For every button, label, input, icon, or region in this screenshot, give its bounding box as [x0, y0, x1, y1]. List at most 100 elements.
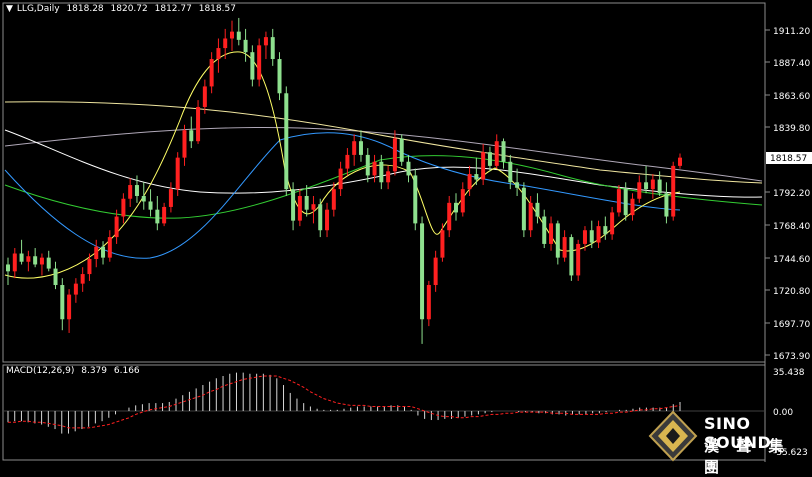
candle-body: [392, 138, 397, 172]
current-price-tag: 1818.57: [766, 152, 812, 164]
candle-body: [134, 185, 139, 196]
candle-body: [610, 212, 615, 235]
candle-body: [508, 161, 513, 183]
candles-group: [6, 17, 682, 344]
candle-body: [494, 141, 499, 166]
price-tick-label: 1768.40: [773, 222, 810, 232]
logo-emblem-icon: [648, 410, 698, 462]
candle-body: [182, 130, 187, 158]
candle-body: [569, 237, 574, 276]
low-value: 1812.77: [154, 4, 192, 14]
candle-body: [297, 195, 302, 221]
candle-body: [555, 223, 560, 258]
candle-body: [250, 52, 255, 80]
chart-header: ▼ LLG,Daily 1818.28 1820.72 1812.77 1818.…: [6, 4, 240, 14]
candle-body: [426, 285, 431, 320]
candle-body: [664, 193, 669, 217]
candle-body: [46, 257, 51, 269]
candle-body: [270, 37, 275, 60]
candle-body: [501, 141, 506, 162]
candle-body: [623, 189, 628, 216]
chart-menu-triangle-icon[interactable]: ▼: [6, 4, 13, 14]
candle-body: [257, 45, 262, 80]
candle-body: [678, 157, 682, 166]
candle-body: [318, 204, 323, 231]
chart-canvas: 1911.20 1887.40 1863.60 1839.80 1792.20 …: [2, 2, 812, 462]
candle-body: [331, 189, 336, 210]
candle-body: [141, 195, 146, 202]
candle-body: [236, 31, 241, 40]
candle-body: [616, 189, 621, 213]
candle-body: [657, 179, 662, 194]
logo-text-cn: 漢 聲 集 團: [704, 437, 790, 476]
candle-body: [358, 141, 363, 155]
candle-body: [80, 274, 85, 284]
candle-body: [528, 202, 533, 231]
candle-body: [196, 106, 201, 142]
macd-indicator-label: MACD(12,26,9): [6, 366, 75, 376]
candle-body: [121, 198, 126, 217]
price-tick-label: 1887.40: [773, 59, 810, 69]
candle-body: [189, 130, 194, 142]
candle-body: [589, 230, 594, 243]
candle-body: [162, 206, 167, 224]
candle-body: [263, 37, 268, 46]
candle-body: [487, 152, 492, 166]
main-chart-frame: [2, 2, 766, 363]
price-tick-label: 1744.60: [773, 255, 810, 265]
candle-body: [515, 182, 520, 188]
price-tick-label: 1839.80: [773, 124, 810, 134]
candle-body: [474, 174, 479, 180]
candle-body: [67, 294, 72, 320]
candle-body: [521, 187, 526, 231]
candle-body: [596, 226, 601, 243]
candle-body: [128, 185, 133, 199]
candle-body: [277, 59, 282, 94]
candle-body: [345, 154, 350, 169]
candle-body: [644, 182, 649, 190]
macd-header: MACD(12,26,9) 8.379 6.166: [6, 366, 144, 376]
close-value: 1818.57: [198, 4, 236, 14]
candle-body: [481, 152, 486, 180]
candle-body: [399, 138, 404, 162]
candle-body: [603, 226, 608, 235]
candle-body: [107, 237, 112, 258]
candle-body: [148, 201, 153, 210]
candle-body: [352, 141, 357, 155]
candle-body: [87, 258, 92, 275]
candle-body: [216, 48, 221, 60]
candle-body: [406, 161, 411, 176]
price-tick-label: 1911.20: [773, 27, 810, 37]
candle-body: [549, 223, 554, 244]
candle-body: [325, 209, 330, 231]
macd-tick-label: 35.438: [773, 368, 805, 378]
ma-beige-line: [4, 101, 763, 184]
price-tick-label: 1792.20: [773, 189, 810, 199]
current-price-label: 1818.57: [770, 154, 807, 164]
candle-body: [386, 171, 391, 183]
macd-signal-line: [8, 375, 681, 429]
macd-value: 8.379: [81, 366, 107, 376]
candle-body: [26, 256, 31, 262]
ma-blue-line: [4, 132, 681, 259]
high-value: 1820.72: [110, 4, 148, 14]
price-tick-label: 1673.90: [773, 352, 810, 362]
candle-body: [576, 243, 581, 276]
candle-body: [39, 257, 44, 265]
candle-body: [440, 230, 445, 258]
candle-body: [175, 157, 180, 190]
candle-body: [372, 161, 377, 176]
candle-body: [6, 264, 10, 272]
moving-averages: [4, 51, 763, 279]
candle-body: [433, 257, 438, 286]
candle-body: [420, 223, 425, 320]
price-tick-label: 1720.80: [773, 287, 810, 297]
price-axis: 1911.20 1887.40 1863.60 1839.80 1792.20 …: [765, 27, 810, 362]
candle-body: [582, 230, 587, 244]
candle-body: [202, 86, 207, 107]
ma-white-line: [4, 129, 763, 198]
candle-body: [454, 202, 458, 213]
candle-body: [311, 204, 316, 210]
candle-body: [12, 253, 17, 272]
price-tick-label: 1863.60: [773, 92, 810, 102]
